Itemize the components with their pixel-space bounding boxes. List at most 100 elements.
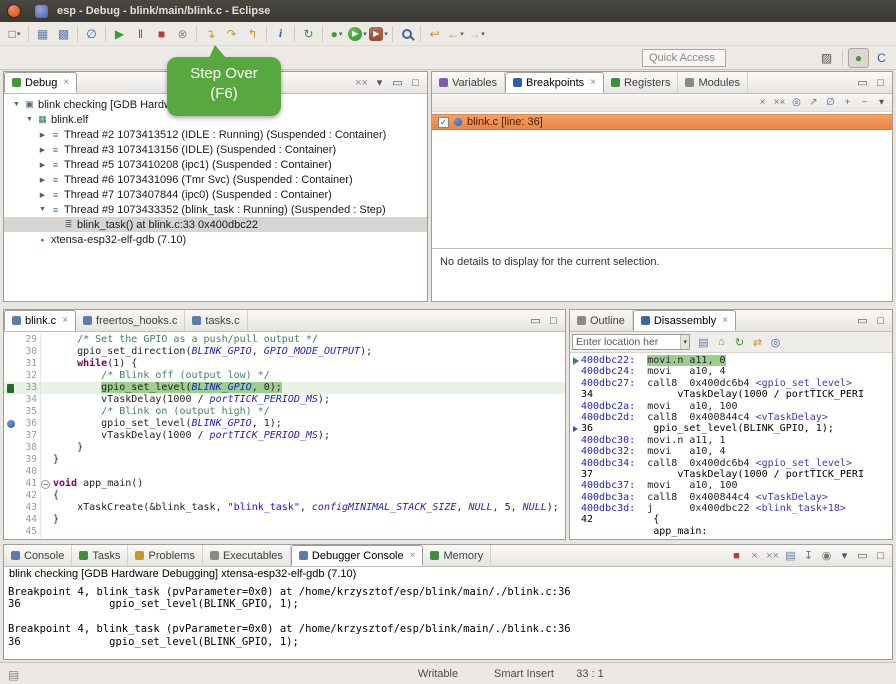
annotation-ruler[interactable]: [4, 370, 17, 382]
search-button[interactable]: [396, 24, 417, 44]
remove-all-terminated-button[interactable]: ××: [353, 74, 370, 91]
debug-tree[interactable]: ▼▣blink checking [GDB Hardwar...▼▦blink.…: [4, 94, 427, 301]
tree-expanded-arrow[interactable]: ▼: [23, 116, 36, 123]
annotation-ruler[interactable]: [4, 358, 17, 370]
tree-row-thread-5[interactable]: ▶≡Thread #5 1073410208 (ipc1) (Suspended…: [4, 157, 427, 172]
save-all-button[interactable]: ▩: [53, 24, 74, 44]
back-button[interactable]: ←▾: [445, 24, 466, 44]
annotation-ruler[interactable]: [4, 382, 17, 394]
step-return-button[interactable]: ↰: [242, 24, 263, 44]
maximize-button[interactable]: □: [872, 74, 889, 91]
skip-all-breakpoints-button[interactable]: ∅: [81, 24, 102, 44]
refresh-button[interactable]: ↻: [731, 334, 748, 351]
minimize-button[interactable]: ▭: [527, 312, 544, 329]
collapse-all-button[interactable]: −: [856, 95, 873, 111]
tab-debug[interactable]: Debug×: [4, 72, 77, 93]
code-editor[interactable]: 29 /* Set the GPIO as a push/pull output…: [4, 332, 565, 539]
last-edit-location-button[interactable]: ↩: [424, 24, 445, 44]
tab-blink-c[interactable]: blink.c×: [4, 310, 76, 331]
maximize-button[interactable]: □: [545, 312, 562, 329]
run-button[interactable]: ▶▾: [347, 24, 368, 44]
tab-registers[interactable]: Registers: [604, 72, 678, 93]
combo-dropdown-icon[interactable]: ▾: [680, 335, 689, 349]
annotation-ruler[interactable]: [4, 418, 17, 430]
sync-selection-button[interactable]: ⇄: [749, 334, 766, 351]
forward-button[interactable]: →▾: [466, 24, 487, 44]
quick-access-input[interactable]: Quick Access: [642, 49, 726, 67]
tree-collapsed-arrow[interactable]: ▶: [36, 146, 49, 154]
maximize-button[interactable]: □: [872, 547, 889, 564]
minimize-button[interactable]: ▭: [854, 74, 871, 91]
disconnect-button[interactable]: ⊗: [172, 24, 193, 44]
close-tab-icon[interactable]: ×: [410, 550, 416, 561]
remove-breakpoint-button[interactable]: ×: [754, 95, 771, 111]
window-close-button[interactable]: [7, 4, 21, 18]
annotation-ruler[interactable]: [4, 502, 17, 514]
tab-freertos-hooks-c[interactable]: freertos_hooks.c: [76, 310, 185, 331]
dropdown-caret-icon[interactable]: ▾: [17, 30, 21, 38]
tree-row-gdb[interactable]: ▪xtensa-esp32-elf-gdb (7.10): [4, 232, 427, 247]
tab-disassembly[interactable]: Disassembly×: [633, 310, 736, 331]
instruction-stepping-button[interactable]: i: [270, 24, 291, 44]
clear-console-button[interactable]: ▤: [782, 547, 799, 564]
tab-debugger-console[interactable]: Debugger Console×: [291, 545, 424, 566]
annotation-ruler[interactable]: [4, 490, 17, 502]
annotation-ruler[interactable]: [4, 514, 17, 526]
tree-row-stackframe[interactable]: ≣blink_task() at blink.c:33 0x400dbc22: [4, 217, 427, 232]
minimize-button[interactable]: ▭: [854, 312, 871, 329]
close-tab-icon[interactable]: ×: [62, 315, 68, 326]
tab-executables[interactable]: Executables: [203, 545, 291, 566]
tab-outline[interactable]: Outline: [570, 310, 633, 331]
tree-expanded-arrow[interactable]: ▼: [10, 101, 23, 108]
tracking-options-button[interactable]: ◎: [767, 334, 784, 351]
c-perspective-button[interactable]: C: [871, 48, 892, 68]
tree-row-thread-9[interactable]: ▼≡Thread #9 1073433352 (blink_task : Run…: [4, 202, 427, 217]
tab-tasks-c[interactable]: tasks.c: [185, 310, 247, 331]
remove-all-launches-button[interactable]: ××: [764, 547, 781, 564]
show-source-button[interactable]: ▤: [695, 334, 712, 351]
tab-problems[interactable]: Problems: [128, 545, 202, 566]
home-button[interactable]: ⌂: [713, 334, 730, 351]
tab-memory[interactable]: Memory: [423, 545, 491, 566]
step-into-button[interactable]: ↴: [200, 24, 221, 44]
terminate-button[interactable]: ■: [728, 547, 745, 564]
minimize-button[interactable]: ▭: [389, 74, 406, 91]
tree-expanded-arrow[interactable]: ▼: [36, 206, 49, 213]
tree-collapsed-arrow[interactable]: ▶: [36, 176, 49, 184]
view-menu-button[interactable]: ▾: [873, 95, 890, 111]
debug-perspective-button[interactable]: ●: [848, 48, 869, 68]
tab-modules[interactable]: Modules: [678, 72, 748, 93]
show-supported-breakpoints-button[interactable]: ◎: [788, 95, 805, 111]
breakpoint-checkbox[interactable]: ✓: [438, 117, 449, 128]
annotation-ruler[interactable]: [4, 334, 17, 346]
goto-file-button[interactable]: ↗: [805, 95, 822, 111]
tab-variables[interactable]: Variables: [432, 72, 505, 93]
dropdown-caret-icon[interactable]: ▾: [460, 30, 464, 38]
tree-collapsed-arrow[interactable]: ▶: [36, 191, 49, 199]
disassembly-ruler[interactable]: [570, 426, 581, 432]
minimize-button[interactable]: ▭: [854, 547, 871, 564]
annotation-ruler[interactable]: [4, 346, 17, 358]
tree-row-thread-7[interactable]: ▶≡Thread #7 1073407844 (ipc0) (Suspended…: [4, 187, 427, 202]
suspend-button[interactable]: ‖: [130, 24, 151, 44]
remove-all-breakpoints-button[interactable]: ××: [771, 95, 788, 111]
editor-presentation-icon[interactable]: ▤: [3, 665, 24, 684]
external-tools-button[interactable]: ▶▾: [368, 24, 389, 44]
save-button[interactable]: ▦: [32, 24, 53, 44]
scroll-lock-button[interactable]: ↧: [800, 547, 817, 564]
tab-breakpoints[interactable]: Breakpoints×: [505, 72, 604, 93]
close-tab-icon[interactable]: ×: [63, 77, 69, 88]
restart-button[interactable]: ↻: [298, 24, 319, 44]
tree-row-thread-6[interactable]: ▶≡Thread #6 1073431096 (Tmr Svc) (Suspen…: [4, 172, 427, 187]
maximize-button[interactable]: □: [407, 74, 424, 91]
annotation-ruler[interactable]: [4, 466, 17, 478]
annotation-ruler[interactable]: [4, 478, 17, 490]
close-tab-icon[interactable]: ×: [590, 77, 596, 88]
pin-console-button[interactable]: ◉: [818, 547, 835, 564]
tab-console[interactable]: Console: [4, 545, 72, 566]
view-menu-button[interactable]: ▾: [371, 74, 388, 91]
tab-tasks[interactable]: Tasks: [72, 545, 128, 566]
console-output[interactable]: Breakpoint 4, blink_task (pvParameter=0x…: [4, 584, 892, 659]
tree-row-thread-2[interactable]: ▶≡Thread #2 1073413512 (IDLE : Running) …: [4, 127, 427, 142]
disassembly-ruler[interactable]: [570, 357, 581, 365]
